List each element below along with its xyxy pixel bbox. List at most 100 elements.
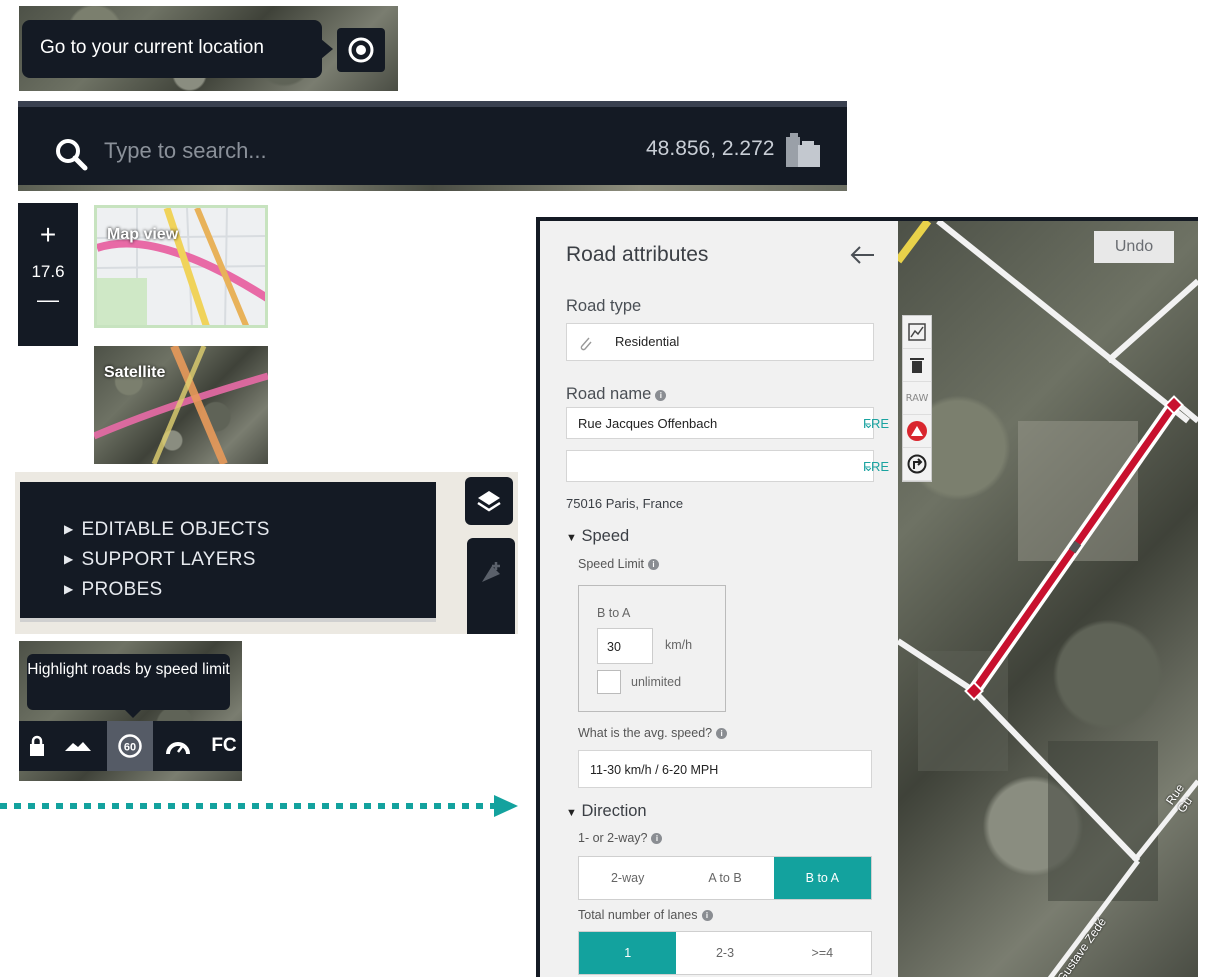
speed-limit-tooltip: Highlight roads by speed limit xyxy=(27,654,230,718)
speed-limit-label-text: Speed Limit xyxy=(578,557,645,571)
layers-panel-snippet: ▶ EDITABLE OBJECTS ▶ SUPPORT LAYERS ▶ PROBE… xyxy=(15,472,518,634)
basemap-picker: Map view Satellite xyxy=(94,205,268,464)
layer-group-label: EDITABLE OBJECTS xyxy=(81,519,270,540)
avg-speed-button[interactable] xyxy=(155,721,201,771)
construction-icon xyxy=(907,421,927,441)
construction-button[interactable] xyxy=(903,415,931,448)
location-tooltip-snippet: Go to your current location xyxy=(19,6,398,91)
road-name-alt-field[interactable]: FRE ⌄ xyxy=(566,450,889,482)
speedometer-icon xyxy=(166,742,190,755)
avg-speed-value: 11-30 km/h / 6-20 MPH xyxy=(590,763,719,777)
avg-speed-question-text: What is the avg. speed? xyxy=(578,726,713,740)
speed-limit-input[interactable]: 30 xyxy=(597,628,653,664)
speed-limit-highlight-button[interactable]: 60 xyxy=(107,721,153,771)
collapse-arrow-icon: ▼ xyxy=(566,532,577,544)
unlimited-label: unlimited xyxy=(631,675,682,689)
road-type-label: Road type xyxy=(566,297,642,315)
basemap-satellite[interactable]: Satellite xyxy=(94,346,268,464)
speed-toolbar-snippet: Highlight roads by speed limit 60 FC xyxy=(19,641,242,781)
speed-badge-text: 60 xyxy=(124,742,136,754)
avg-speed-select[interactable]: 11-30 km/h / 6-20 MPH xyxy=(578,750,872,788)
layer-group-label: SUPPORT LAYERS xyxy=(81,549,256,570)
add-layer-button[interactable] xyxy=(467,538,515,634)
zoom-in-button[interactable]: + xyxy=(18,219,78,251)
lanes-question-text: Total number of lanes xyxy=(578,908,698,922)
back-arrow-icon[interactable] xyxy=(850,245,876,265)
chart-edit-icon xyxy=(908,323,926,341)
speed-limit-tooltip-text: Highlight roads by speed limit xyxy=(27,661,230,678)
layers-icon xyxy=(477,491,501,512)
functional-class-button[interactable]: FC xyxy=(201,721,242,771)
speed-limit-value: 30 xyxy=(607,640,621,654)
zoom-level: 17.6 xyxy=(31,262,65,281)
road-name-label: Road name i xyxy=(566,385,667,404)
layer-group-label: PROBES xyxy=(81,579,163,600)
road-name-value: Rue Jacques Offenbach xyxy=(578,416,718,431)
map-tools: RAW xyxy=(902,315,932,482)
mountain-icon xyxy=(65,742,91,751)
expand-arrow-icon: ▶ xyxy=(64,522,74,536)
layers-button[interactable] xyxy=(465,477,513,525)
zoom-control: + 17.6 — xyxy=(18,203,78,346)
lane-option-1[interactable]: 1 xyxy=(579,932,677,974)
road-type-field[interactable]: Residential xyxy=(566,323,874,361)
raw-button[interactable]: RAW xyxy=(903,382,931,415)
lanes-selector: 1 2-3 >=4 xyxy=(578,931,872,975)
map-view-label: Map view xyxy=(107,226,179,243)
speed-unit: km/h xyxy=(665,638,693,652)
speed-limit-label: Speed Limit i xyxy=(578,557,660,571)
expand-arrow-icon: ▶ xyxy=(64,582,74,596)
lane-option-2-3[interactable]: 2-3 xyxy=(676,932,773,974)
expand-arrow-icon: ▶ xyxy=(64,552,74,566)
avg-speed-question: What is the avg. speed? i xyxy=(578,726,728,740)
collapse-arrow-icon: ▼ xyxy=(566,807,577,819)
elevation-button[interactable] xyxy=(55,721,101,771)
lock-icon xyxy=(30,735,44,756)
speed-limit-icon: 60 xyxy=(118,734,142,758)
turn-restriction-button[interactable] xyxy=(903,448,931,481)
panel-title: Road attributes xyxy=(566,243,709,266)
direction-b-to-a-label: B to A xyxy=(597,606,631,620)
location-tooltip-text: Go to your current location xyxy=(40,37,264,58)
satellite-map[interactable]: Undo RAW Rue Gu Gustave Zedé xyxy=(898,217,1198,977)
way-question: 1- or 2-way? i xyxy=(578,831,663,845)
way-selector: 2-way A to B B to A xyxy=(578,856,872,900)
search-bar: 48.856, 2.272 xyxy=(18,101,847,191)
search-icon[interactable] xyxy=(54,137,88,171)
copy-coordinates-icon[interactable] xyxy=(784,133,822,169)
lane-option-4-plus[interactable]: >=4 xyxy=(774,932,871,974)
undo-button[interactable]: Undo xyxy=(1094,231,1174,263)
zoom-out-button[interactable]: — xyxy=(18,287,78,313)
satellite-label: Satellite xyxy=(104,364,166,381)
layer-group-probes[interactable]: ▶ PROBES xyxy=(64,579,163,601)
road-network xyxy=(898,221,1198,977)
speed-limit-box: B to A 30 km/h unlimited xyxy=(578,585,726,712)
basemap-map-view[interactable]: Map view xyxy=(94,205,268,328)
search-input[interactable] xyxy=(104,131,524,171)
road-attributes-panel: Road attributes Road type Residential Ro… xyxy=(536,217,898,977)
delete-button[interactable] xyxy=(903,349,931,382)
location-tooltip: Go to your current location xyxy=(22,20,333,78)
direction-section-toggle[interactable]: ▼ Direction xyxy=(566,802,647,821)
road-name-field[interactable]: Rue Jacques Offenbach FRE ⌄ xyxy=(566,407,889,439)
speed-section-toggle[interactable]: ▼ Speed xyxy=(566,527,629,546)
unlimited-checkbox[interactable] xyxy=(597,670,621,694)
edit-geometry-button[interactable] xyxy=(903,316,931,349)
info-icon: i xyxy=(648,559,660,570)
layer-group-support-layers[interactable]: ▶ SUPPORT LAYERS xyxy=(64,549,256,571)
layer-group-editable-objects[interactable]: ▶ EDITABLE OBJECTS xyxy=(64,519,270,541)
way-option-2-way[interactable]: 2-way xyxy=(579,857,676,899)
lock-button[interactable] xyxy=(19,721,55,771)
address-text: 75016 Paris, France xyxy=(566,496,684,511)
info-icon: i xyxy=(651,833,663,844)
way-option-a-to-b[interactable]: A to B xyxy=(676,857,773,899)
coordinates-readout: 48.856, 2.272 xyxy=(646,137,775,160)
current-location-button[interactable] xyxy=(337,28,385,72)
road-type-value: Residential xyxy=(615,334,680,349)
add-layer-icon xyxy=(482,562,500,582)
chevron-down-icon: ⌄ xyxy=(863,459,874,474)
speed-section-label: Speed xyxy=(581,527,630,545)
layers-menu: ▶ EDITABLE OBJECTS ▶ SUPPORT LAYERS ▶ PROBE… xyxy=(20,482,436,622)
way-question-text: 1- or 2-way? xyxy=(578,831,648,845)
way-option-b-to-a[interactable]: B to A xyxy=(773,857,871,899)
